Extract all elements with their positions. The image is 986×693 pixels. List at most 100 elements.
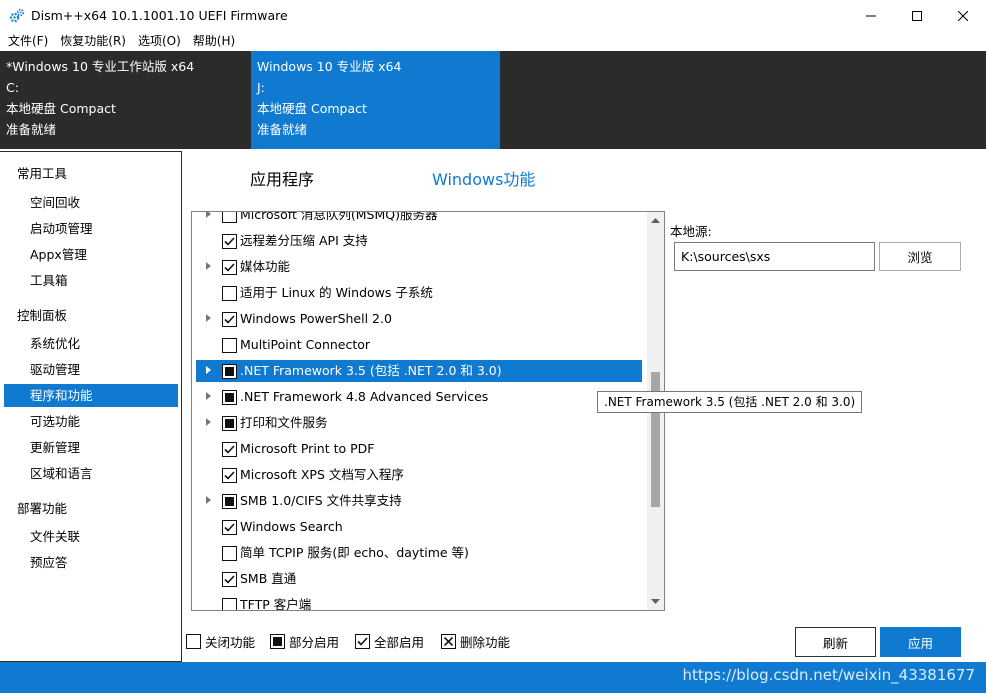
maximize-button[interactable] [894, 0, 940, 31]
feature-row[interactable]: MultiPoint Connector [192, 332, 647, 358]
feature-label: Windows Search [240, 519, 343, 534]
minimize-button[interactable] [848, 0, 894, 31]
unchecked-checkbox[interactable] [222, 338, 237, 353]
feature-row[interactable]: Microsoft 消息队列(MSMQ)服务器 [192, 212, 647, 228]
tab-windows-features[interactable]: Windows功能 [432, 166, 535, 190]
unchecked-checkbox[interactable] [222, 546, 237, 561]
expand-arrow-icon[interactable] [206, 314, 211, 322]
checked-checkbox[interactable] [222, 468, 237, 483]
feature-row[interactable]: SMB 直通 [192, 566, 647, 592]
sidebar-item-space-recovery[interactable]: 空间回收 [4, 191, 178, 214]
feature-tree[interactable]: Microsoft 消息队列(MSMQ)服务器 远程差分压缩 API 支持 媒体功能… [191, 211, 665, 611]
sidebar-item-startup[interactable]: 启动项管理 [4, 217, 178, 240]
sidebar-item-drivers[interactable]: 驱动管理 [4, 358, 178, 381]
unchecked-checkbox[interactable] [222, 212, 237, 223]
scroll-up-arrow-icon[interactable] [647, 212, 664, 229]
expand-arrow-icon[interactable] [206, 366, 211, 374]
legend-item-off: 关闭功能 [186, 632, 255, 651]
feature-row[interactable]: .NET Framework 4.8 Advanced Services [192, 384, 647, 410]
sidebar: 常用工具 空间回收 启动项管理 Appx管理 工具箱 控制面板 系统优化 驱动管… [0, 151, 182, 662]
checked-checkbox[interactable] [222, 234, 237, 249]
image-status: 准备就绪 [257, 122, 308, 137]
menu-restore[interactable]: 恢复功能(R) [54, 31, 132, 51]
feature-row[interactable]: 媒体功能 [192, 254, 647, 280]
image-name: Windows 10 专业版 x64 [257, 59, 402, 74]
refresh-button[interactable]: 刷新 [795, 627, 876, 657]
menu-options[interactable]: 选项(O) [132, 31, 187, 51]
sidebar-item-system-optimize[interactable]: 系统优化 [4, 332, 178, 355]
partial-checkbox[interactable] [222, 494, 237, 509]
expand-arrow-icon[interactable] [206, 392, 211, 400]
tab-applications[interactable]: 应用程序 [250, 166, 314, 190]
unchecked-box-icon [186, 634, 201, 649]
menu-help[interactable]: 帮助(H) [187, 31, 241, 51]
close-button[interactable] [940, 0, 986, 31]
image-card-0[interactable]: *Windows 10 专业工作站版 x64 C: 本地硬盘 Compact 准… [0, 51, 249, 149]
checked-checkbox[interactable] [222, 520, 237, 535]
image-card-1-selected[interactable]: Windows 10 专业版 x64 J: 本地硬盘 Compact 准备就绪 [251, 51, 500, 149]
gears-icon [9, 8, 25, 24]
checked-checkbox[interactable] [222, 442, 237, 457]
sidebar-item-unattend[interactable]: 预应答 [4, 551, 178, 574]
feature-label: SMB 直通 [240, 571, 297, 586]
expand-arrow-icon[interactable] [206, 262, 211, 270]
feature-label: 适用于 Linux 的 Windows 子系统 [240, 285, 433, 300]
feature-row[interactable]: 简单 TCPIP 服务(即 echo、daytime 等) [192, 540, 647, 566]
partial-checkbox[interactable] [222, 416, 237, 431]
checked-box-icon [355, 634, 370, 649]
feature-row[interactable]: 远程差分压缩 API 支持 [192, 228, 647, 254]
sidebar-item-programs-features[interactable]: 程序和功能 [4, 384, 178, 407]
feature-row[interactable]: .NET Framework 3.5 (包括 .NET 2.0 和 3.0) [192, 358, 647, 384]
feature-label: 简单 TCPIP 服务(即 echo、daytime 等) [240, 545, 469, 560]
sidebar-item-toolbox[interactable]: 工具箱 [4, 269, 178, 292]
feature-row[interactable]: 打印和文件服务 [192, 410, 647, 436]
legend-label: 全部启用 [374, 635, 425, 650]
sidebar-item-appx[interactable]: Appx管理 [4, 243, 178, 266]
feature-row[interactable]: 适用于 Linux 的 Windows 子系统 [192, 280, 647, 306]
feature-row[interactable]: Windows PowerShell 2.0 [192, 306, 647, 332]
scroll-down-arrow-icon[interactable] [647, 593, 664, 610]
feature-label: MultiPoint Connector [240, 337, 371, 352]
sidebar-item-optional-features[interactable]: 可选功能 [4, 410, 178, 433]
expand-arrow-icon[interactable] [206, 212, 211, 218]
feature-label: SMB 1.0/CIFS 文件共享支持 [240, 493, 402, 508]
title-bar[interactable]: Dism++x64 10.1.1001.10 UEFI Firmware [0, 0, 986, 31]
partial-checkbox[interactable] [222, 390, 237, 405]
removed-box-icon [441, 634, 456, 649]
feature-row[interactable]: SMB 1.0/CIFS 文件共享支持 [192, 488, 647, 514]
feature-row[interactable]: Microsoft Print to PDF [192, 436, 647, 462]
expand-arrow-icon[interactable] [206, 418, 211, 426]
image-name: *Windows 10 专业工作站版 x64 [6, 59, 195, 74]
checked-checkbox[interactable] [222, 572, 237, 587]
local-source-input[interactable] [674, 242, 875, 271]
sidebar-item-file-association[interactable]: 文件关联 [4, 525, 178, 548]
main-panel: 应用程序 Windows功能 Microsoft 消息队列(MSMQ)服务器 远程… [182, 151, 986, 662]
unchecked-checkbox[interactable] [222, 598, 237, 610]
checked-checkbox[interactable] [222, 312, 237, 327]
sidebar-item-updates[interactable]: 更新管理 [4, 436, 178, 459]
menu-file[interactable]: 文件(F) [2, 31, 54, 51]
unchecked-checkbox[interactable] [222, 286, 237, 301]
expand-arrow-icon[interactable] [206, 496, 211, 504]
sidebar-group-common-tools: 常用工具 [17, 166, 68, 181]
browse-button[interactable]: 浏览 [879, 242, 961, 271]
feature-label: Windows PowerShell 2.0 [240, 311, 392, 326]
local-source-label: 本地源: [670, 224, 712, 239]
sidebar-group-control-panel: 控制面板 [17, 308, 68, 323]
image-bar: *Windows 10 专业工作站版 x64 C: 本地硬盘 Compact 准… [0, 51, 986, 149]
feature-label: Microsoft XPS 文档写入程序 [240, 467, 404, 482]
legend-label: 关闭功能 [205, 635, 256, 650]
feature-row[interactable]: Microsoft XPS 文档写入程序 [192, 462, 647, 488]
sidebar-group-deployment: 部署功能 [17, 501, 68, 516]
feature-rows: Microsoft 消息队列(MSMQ)服务器 远程差分压缩 API 支持 媒体功能… [192, 212, 647, 610]
sidebar-item-region-language[interactable]: 区域和语言 [4, 462, 178, 485]
image-drive: C: [6, 80, 19, 95]
feature-row[interactable]: Windows Search [192, 514, 647, 540]
checked-checkbox[interactable] [222, 260, 237, 275]
feature-row[interactable]: TFTP 客户端 [192, 592, 647, 610]
image-status: 准备就绪 [6, 122, 57, 137]
partial-checkbox[interactable] [222, 364, 237, 379]
legend-item-all: 全部启用 [355, 632, 424, 651]
apply-button[interactable]: 应用 [880, 627, 961, 657]
watermark-text: https://blog.csdn.net/weixin_43381677 [682, 666, 975, 684]
